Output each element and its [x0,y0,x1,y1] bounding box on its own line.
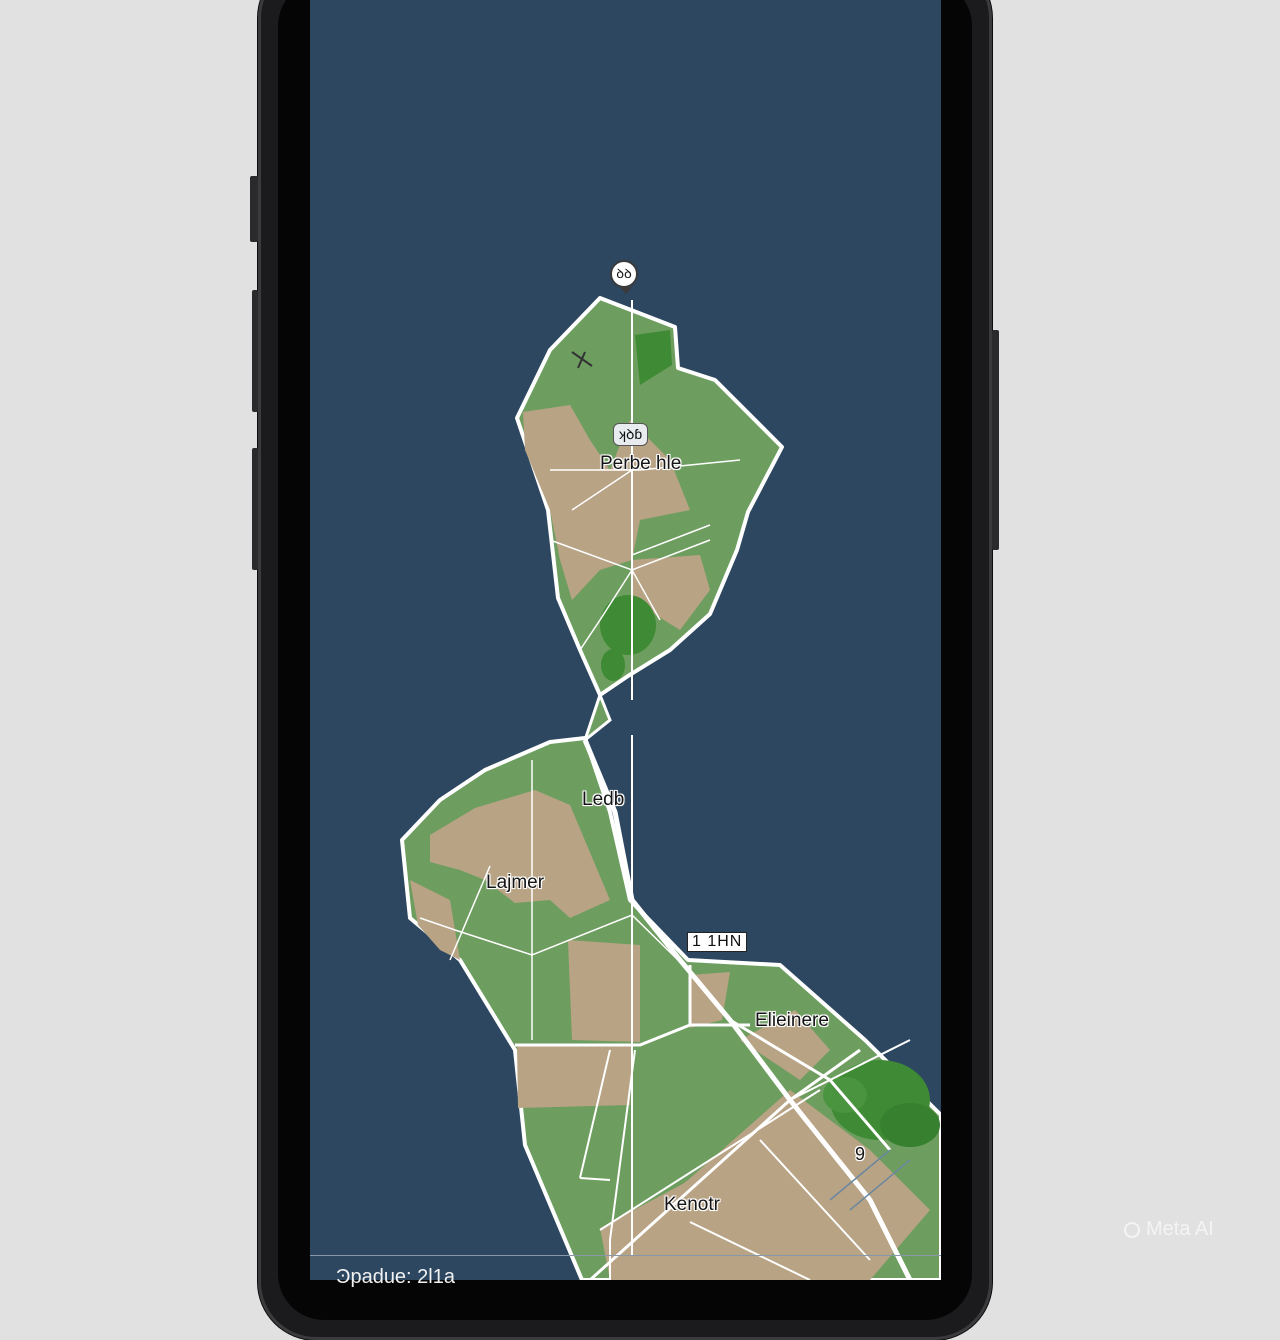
map-canvas[interactable] [310,0,941,1280]
phone-action-button [250,176,258,242]
isthmus [581,690,612,745]
place-label[interactable]: Kenotr [664,1194,720,1216]
watermark: Meta AI [1124,1218,1214,1241]
place-label[interactable]: Elieinere [755,1010,829,1032]
route-marker[interactable]: 1 1HN [687,932,748,952]
map-screen[interactable]: ꝺꝺ ʞꝺɓ Perbe hle Ledb Lajmer 1 1HN Eliei… [310,0,941,1280]
phone-volume-down-button [252,448,258,570]
north-island [515,296,784,700]
map-marker[interactable]: ʞꝺɓ [613,423,649,446]
phone-power-button [992,330,999,550]
poi-marker[interactable]: 9 [855,1144,865,1165]
location-pin-icon[interactable]: ꝺꝺ [610,260,638,294]
place-label[interactable]: Perbe hle [600,453,681,475]
map-status-text: Ͽpadue: 2l1a [336,1266,455,1288]
meta-ai-ring-icon [1124,1221,1140,1238]
place-label[interactable]: Ledb [582,789,624,811]
place-label[interactable]: Lajmer [486,872,544,894]
phone-volume-up-button [252,290,258,412]
watermark-text: Meta AI [1146,1218,1214,1240]
